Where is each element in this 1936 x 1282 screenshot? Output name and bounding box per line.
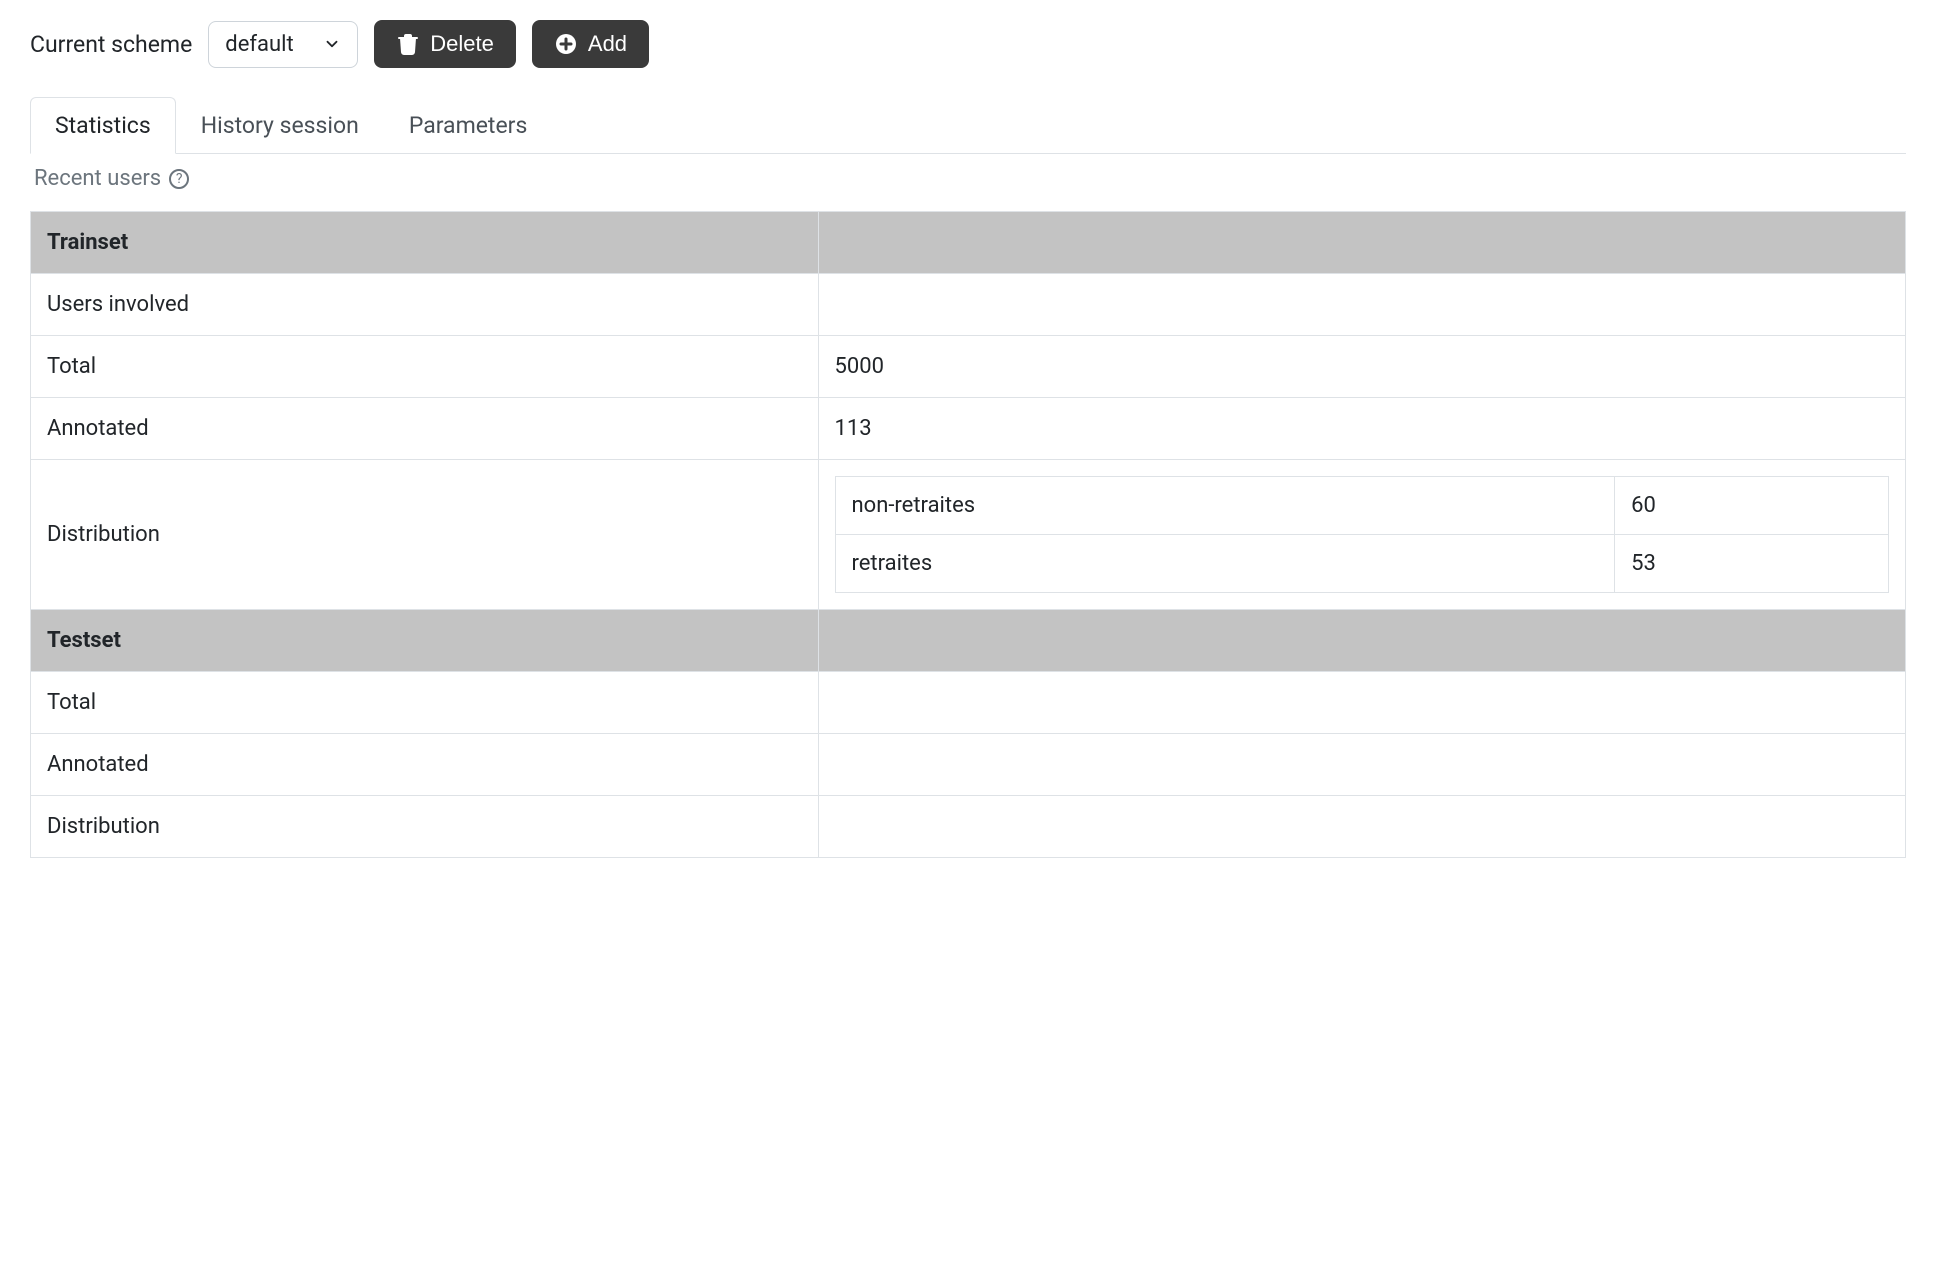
testset-distribution-value bbox=[818, 796, 1906, 858]
plus-circle-icon bbox=[554, 32, 578, 56]
testset-header: Testset bbox=[31, 610, 819, 672]
testset-total-label: Total bbox=[31, 672, 819, 734]
add-button-label: Add bbox=[588, 33, 627, 55]
table-row: Users involved bbox=[31, 274, 1906, 336]
scheme-selected-value: default bbox=[225, 32, 293, 57]
current-scheme-label: Current scheme bbox=[30, 31, 192, 58]
distribution-count: 60 bbox=[1615, 477, 1889, 535]
trainset-annotated-value: 113 bbox=[818, 398, 1906, 460]
chevron-down-icon bbox=[323, 35, 341, 53]
table-row: Total bbox=[31, 672, 1906, 734]
add-button[interactable]: Add bbox=[532, 20, 649, 68]
testset-annotated-label: Annotated bbox=[31, 734, 819, 796]
help-icon[interactable]: ? bbox=[169, 169, 189, 189]
testset-distribution-label: Distribution bbox=[31, 796, 819, 858]
trainset-header-empty bbox=[818, 212, 1906, 274]
distribution-label: non-retraites bbox=[835, 477, 1615, 535]
delete-button[interactable]: Delete bbox=[374, 20, 516, 68]
statistics-table: Trainset Users involved Total 5000 Annot… bbox=[30, 211, 1906, 858]
scheme-select[interactable]: default bbox=[208, 21, 358, 68]
trainset-distribution-cell: non-retraites 60 retraites 53 bbox=[818, 460, 1906, 610]
distribution-label: retraites bbox=[835, 535, 1615, 593]
table-row: Distribution non-retraites 60 retraites … bbox=[31, 460, 1906, 610]
trainset-total-label: Total bbox=[31, 336, 819, 398]
distribution-count: 53 bbox=[1615, 535, 1889, 593]
table-header-row: Testset bbox=[31, 610, 1906, 672]
tab-history-session[interactable]: History session bbox=[176, 97, 384, 154]
trainset-distribution-label: Distribution bbox=[31, 460, 819, 610]
table-header-row: Trainset bbox=[31, 212, 1906, 274]
testset-total-value bbox=[818, 672, 1906, 734]
users-involved-value bbox=[818, 274, 1906, 336]
distribution-row: retraites 53 bbox=[835, 535, 1889, 593]
delete-button-label: Delete bbox=[430, 33, 494, 55]
tab-statistics[interactable]: Statistics bbox=[30, 97, 176, 154]
recent-users-row: Recent users ? bbox=[30, 154, 1906, 211]
tab-parameters[interactable]: Parameters bbox=[384, 97, 553, 154]
distribution-table: non-retraites 60 retraites 53 bbox=[835, 476, 1890, 593]
trash-icon bbox=[396, 32, 420, 56]
table-row: Annotated 113 bbox=[31, 398, 1906, 460]
trainset-annotated-label: Annotated bbox=[31, 398, 819, 460]
scheme-toolbar: Current scheme default Delete Add bbox=[30, 20, 1906, 68]
tabs: Statistics History session Parameters bbox=[30, 96, 1906, 154]
distribution-row: non-retraites 60 bbox=[835, 477, 1889, 535]
users-involved-label: Users involved bbox=[31, 274, 819, 336]
testset-header-empty bbox=[818, 610, 1906, 672]
table-row: Total 5000 bbox=[31, 336, 1906, 398]
table-row: Annotated bbox=[31, 734, 1906, 796]
trainset-header: Trainset bbox=[31, 212, 819, 274]
trainset-total-value: 5000 bbox=[818, 336, 1906, 398]
table-row: Distribution bbox=[31, 796, 1906, 858]
testset-annotated-value bbox=[818, 734, 1906, 796]
recent-users-label: Recent users bbox=[34, 166, 161, 191]
